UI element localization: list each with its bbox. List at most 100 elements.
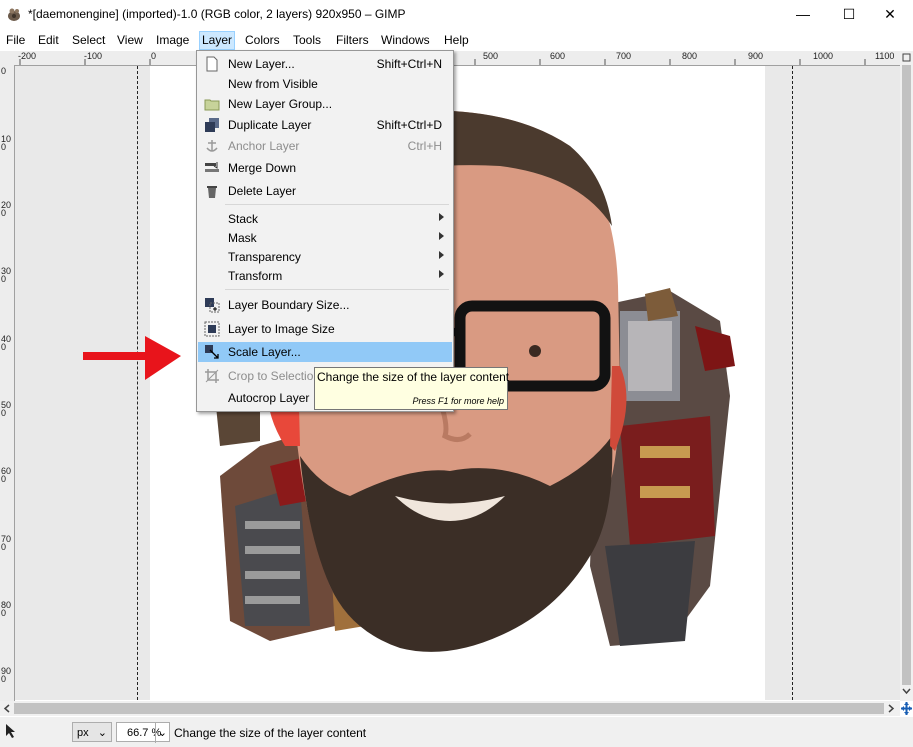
menu-item-label: Merge Down — [228, 161, 297, 175]
submenu-arrow-icon — [439, 232, 444, 240]
vertical-ruler[interactable]: 0 100 200 300 400 500 600 700 800 900 — [0, 65, 15, 701]
layer-menu: New Layer... Shift+Ctrl+N New from Visib… — [196, 50, 454, 412]
menu-item-label: New from Visible — [228, 77, 318, 91]
scroll-down-icon[interactable] — [900, 685, 913, 698]
menu-item-label: New Layer... — [228, 57, 295, 71]
menu-item-transform[interactable]: Transform — [198, 266, 452, 286]
menu-edit[interactable]: Edit — [36, 32, 61, 49]
ruler-label: 900 — [1, 666, 12, 684]
navigate-icon[interactable] — [900, 51, 913, 65]
ruler-label: 600 — [1, 466, 12, 484]
merge-down-icon — [204, 160, 220, 176]
menu-item-label: Autocrop Layer — [228, 391, 310, 405]
menu-select[interactable]: Select — [70, 32, 107, 49]
menu-colors[interactable]: Colors — [243, 32, 282, 49]
move-icon[interactable] — [900, 701, 913, 716]
menu-view[interactable]: View — [115, 32, 145, 49]
ruler-label: -200 — [18, 51, 37, 61]
menu-item-label: Anchor Layer — [228, 139, 300, 153]
chevron-down-icon: ⌄ — [97, 727, 107, 739]
gimp-icon — [6, 6, 22, 22]
menu-item-merge-down[interactable]: Merge Down — [198, 158, 452, 178]
scale-icon — [204, 344, 220, 360]
menu-item-stack[interactable]: Stack — [198, 209, 452, 229]
menu-tools[interactable]: Tools — [291, 32, 323, 49]
close-button[interactable]: ✕ — [867, 0, 913, 28]
tooltip-help-text: Press F1 for more help — [412, 396, 504, 406]
submenu-arrow-icon — [439, 213, 444, 221]
menu-item-label: Layer to Image Size — [228, 322, 335, 336]
anchor-icon — [204, 138, 220, 154]
vertical-scroll-thumb[interactable] — [902, 65, 911, 685]
menu-item-label: New Layer Group... — [228, 97, 333, 111]
folder-icon — [204, 96, 220, 112]
menu-separator — [225, 204, 449, 205]
pointer-icon — [4, 722, 18, 740]
horizontal-ruler[interactable]: -200 -100 0 100 200 300 400 500 600 700 … — [14, 51, 900, 66]
menu-item-new-from-visible[interactable]: New from Visible — [198, 74, 452, 94]
tooltip: Change the size of the layer content Pre… — [314, 367, 510, 410]
ruler-label: 800 — [1, 600, 12, 618]
ruler-label: 300 — [1, 266, 12, 284]
ruler-label: 500 — [483, 51, 499, 61]
menu-layer[interactable]: Layer — [199, 31, 236, 50]
menu-item-label: Crop to Selection — [228, 369, 321, 383]
tooltip-text: Change the size of the layer content — [317, 370, 510, 384]
new-layer-icon — [204, 56, 220, 72]
zoom-select[interactable]: 66.7 % ⌄ — [116, 722, 170, 743]
ruler-label: 900 — [748, 51, 764, 61]
menu-item-duplicate-layer[interactable]: Duplicate Layer Shift+Ctrl+D — [198, 115, 452, 135]
window-title: *[daemonengine] (imported)-1.0 (RGB colo… — [28, 7, 406, 21]
menu-item-label: Layer Boundary Size... — [228, 298, 350, 312]
chevron-down-icon: ⌄ — [154, 723, 167, 743]
guide-line-right[interactable] — [792, 66, 793, 700]
menu-item-label: Duplicate Layer — [228, 118, 312, 132]
ruler-label: 1100 — [875, 51, 895, 61]
menu-item-label: Stack — [228, 212, 259, 226]
menu-item-shortcut: Shift+Ctrl+N — [376, 57, 442, 71]
menu-file[interactable]: File — [4, 32, 27, 49]
menu-item-layer-boundary-size[interactable]: Layer Boundary Size... — [198, 295, 452, 315]
ruler-label: 600 — [550, 51, 566, 61]
ruler-label: 400 — [1, 334, 12, 352]
menu-bar: File Edit Select View Image Layer Colors… — [0, 30, 913, 50]
menu-item-anchor-layer[interactable]: Anchor Layer Ctrl+H — [198, 136, 452, 156]
submenu-arrow-icon — [439, 251, 444, 259]
scroll-left-icon[interactable] — [2, 703, 12, 714]
ruler-label: 700 — [616, 51, 632, 61]
ruler-corner[interactable] — [0, 51, 15, 66]
menu-item-new-layer-group[interactable]: New Layer Group... — [198, 94, 452, 114]
ruler-label: 200 — [1, 200, 12, 218]
crop-icon — [204, 368, 220, 384]
scroll-right-icon[interactable] — [886, 703, 896, 714]
menu-item-scale-layer[interactable]: Scale Layer... — [198, 342, 452, 362]
menu-separator — [225, 289, 449, 290]
menu-item-label: Delete Layer — [228, 184, 297, 198]
menu-item-transparency[interactable]: Transparency — [198, 247, 452, 267]
ruler-label: -100 — [84, 51, 103, 61]
red-arrow-annotation — [83, 334, 183, 384]
layer-to-image-icon — [204, 321, 220, 337]
menu-item-delete-layer[interactable]: Delete Layer — [198, 181, 452, 201]
status-message: Change the size of the layer content — [174, 726, 367, 740]
horizontal-scroll-thumb[interactable] — [14, 703, 884, 714]
menu-filters[interactable]: Filters — [334, 32, 371, 49]
menu-help[interactable]: Help — [442, 32, 471, 49]
menu-windows[interactable]: Windows — [379, 32, 432, 49]
ruler-label: 500 — [1, 400, 12, 418]
menu-item-layer-to-image-size[interactable]: Layer to Image Size — [198, 319, 452, 339]
ruler-label: 0 — [151, 51, 157, 61]
minimize-button[interactable]: — — [780, 0, 826, 28]
maximize-button[interactable]: ☐ — [826, 0, 872, 28]
menu-item-shortcut: Ctrl+H — [407, 139, 442, 153]
menu-item-mask[interactable]: Mask — [198, 228, 452, 248]
submenu-arrow-icon — [439, 270, 444, 278]
menu-item-label: Scale Layer... — [228, 345, 301, 359]
menu-item-label: Transform — [228, 269, 283, 283]
menu-item-new-layer[interactable]: New Layer... Shift+Ctrl+N — [198, 54, 452, 74]
menu-item-label: Transparency — [228, 250, 301, 264]
trash-icon — [204, 183, 220, 199]
menu-image[interactable]: Image — [154, 32, 191, 49]
menu-item-label: Mask — [228, 231, 257, 245]
unit-select[interactable]: px ⌄ — [72, 722, 112, 742]
